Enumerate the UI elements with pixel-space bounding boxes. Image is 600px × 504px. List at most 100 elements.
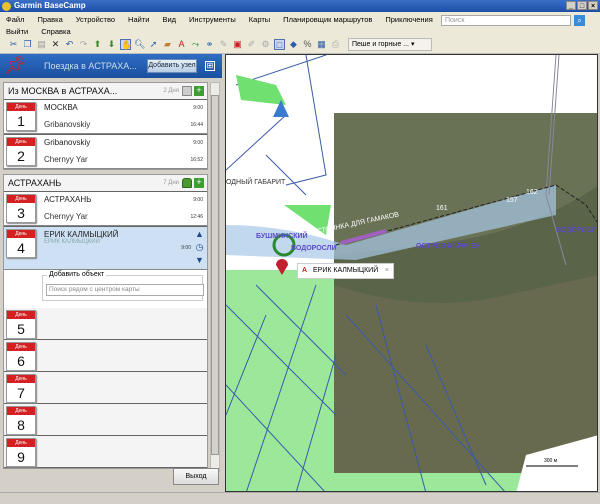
menu-item[interactable]: Выйти	[6, 27, 28, 36]
map-label: БУШМИНСКИЙ	[256, 233, 308, 240]
day-end-time: 16:52	[190, 157, 203, 163]
menu-item[interactable]: Вид	[162, 15, 176, 24]
title-bar: Garmin BaseCamp _ □ ×	[0, 0, 600, 12]
close-callout-icon[interactable]: ×	[385, 264, 389, 278]
day-item[interactable]: День 1 МОСКВА 9:00 Gribanovskiy 16:44	[4, 99, 207, 134]
day-item[interactable]: День 3 АСТРАХАНЬ 9:00 Chernyy Yar 12:46	[4, 191, 207, 226]
zoom-tool-icon[interactable]: 🔍︎	[134, 39, 145, 50]
minimize-button[interactable]: _	[566, 1, 576, 10]
search-input[interactable]: Поиск	[441, 15, 571, 26]
menu-item[interactable]: Файл	[6, 15, 24, 24]
scrollbar[interactable]	[210, 82, 220, 472]
toolbar: ✂ ❐ ▤ ✕ ↶ ↷ ⬆ ⬇ ✋ 🔍︎ ➚ ▰ A ⤳ ⚭ ✎ ▣ ✐ ⚙ □…	[0, 36, 600, 54]
day-label: День	[7, 195, 35, 203]
paste-icon[interactable]: ▤	[36, 39, 47, 50]
activity-profile-value: Пеше и горные ...	[352, 41, 409, 48]
move-down-icon[interactable]: ▼	[193, 254, 206, 267]
day-start-time: 9:00	[193, 140, 203, 146]
lock-icon[interactable]	[182, 178, 192, 188]
lock-icon[interactable]	[182, 86, 192, 96]
trip-group: Из МОСКВА в АСТРАХА... 2 Дня + День 1 МОСКВА 9…	[3, 82, 208, 170]
trip-title[interactable]: Поездка в АСТРАХА...	[44, 61, 137, 71]
map-callout[interactable]: A ЕРИК КАЛМЫЦКИЙ ×	[297, 263, 394, 279]
add-node-button[interactable]: Добавить узел	[147, 59, 197, 73]
day-item[interactable]: День 7	[4, 372, 207, 404]
add-day-icon[interactable]: +	[194, 178, 204, 188]
3d-view-icon[interactable]: ◆	[288, 39, 299, 50]
trip-group: АСТРАХАНЬ 7 Дни + День 3 АСТРАХАНЬ 9:00 Chernyy…	[3, 174, 208, 469]
menu-item[interactable]: Найти	[128, 15, 149, 24]
day-item[interactable]: День 4 ЕРИК КАЛМЫЦКИЙ ЕРИК КАЛМЫЦКИЙ 9:00 ▲ ◷ ▼	[4, 226, 207, 270]
day-calendar-icon: День 5	[6, 310, 36, 339]
delete-icon[interactable]: ✕	[50, 39, 61, 50]
group-title[interactable]: АСТРАХАНЬ	[8, 178, 61, 188]
day-start: Gribanovskiy	[44, 138, 91, 147]
add-day-icon[interactable]: +	[194, 86, 204, 96]
day-item[interactable]: День 6	[4, 340, 207, 372]
day-calendar-icon: День 6	[6, 342, 36, 371]
measure-tool-icon[interactable]: ▰	[162, 39, 173, 50]
day-start-time: 9:00	[193, 105, 203, 111]
clock-icon[interactable]: ◷	[193, 241, 206, 254]
map-view[interactable]: ОДНЫЙ ГАБАРИТ БУШМИНСКИЙ ВОДОРОСЛИ СТОЯН…	[225, 54, 598, 492]
group-title[interactable]: Из МОСКВА в АСТРАХА...	[8, 86, 117, 96]
menu-item[interactable]: Устройство	[76, 15, 115, 24]
waypoint-filter-icon[interactable]: ▣	[232, 39, 243, 50]
day-calendar-icon: День 4	[6, 229, 36, 258]
track-tool-icon[interactable]: ⤳	[190, 39, 201, 50]
select-tool-icon[interactable]: ➚	[148, 39, 159, 50]
redo-icon[interactable]: ↷	[78, 39, 89, 50]
close-button[interactable]: ×	[588, 1, 598, 10]
day-label: День	[7, 375, 35, 383]
edit-tool-icon[interactable]: ✎	[218, 39, 229, 50]
menu-item[interactable]: Инструменты	[189, 15, 236, 24]
day-item[interactable]: День 8	[4, 404, 207, 436]
day-number: 1	[17, 113, 25, 129]
day-item[interactable]: День 2 Gribanovskiy 9:00 Chernyy Yar 16:52	[4, 134, 207, 169]
cut-icon[interactable]: ✂	[8, 39, 19, 50]
day-end: ЕРИК КАЛМЫЦКИЙ	[44, 239, 100, 245]
hand-tool-icon[interactable]: ✋	[120, 39, 132, 50]
copy-icon[interactable]: ❐	[22, 39, 33, 50]
menu-item[interactable]: Карты	[249, 15, 270, 24]
menu-item[interactable]: Справка	[41, 27, 70, 36]
maximize-button[interactable]: □	[577, 1, 587, 10]
insert-icon[interactable]: ⚙	[260, 39, 271, 50]
day-label: День	[7, 407, 35, 415]
day-start: АСТРАХАНЬ	[44, 195, 92, 204]
day-number: 4	[17, 240, 25, 256]
status-bar	[0, 492, 600, 504]
receive-from-device-icon[interactable]: ⬆	[92, 39, 103, 50]
activity-profile-select[interactable]: Пеше и горные ... ▾	[348, 38, 432, 51]
day-calendar-icon: День 7	[6, 374, 36, 403]
print-icon[interactable]: ⎙	[330, 39, 341, 50]
send-to-device-icon[interactable]: ⬇	[106, 39, 117, 50]
menu-item[interactable]: Приключения	[385, 15, 432, 24]
menu-item[interactable]: Правка	[37, 15, 62, 24]
exit-button[interactable]: Выход	[173, 468, 219, 485]
day-item[interactable]: День 9	[4, 436, 207, 468]
day-end: Gribanovskiy	[44, 120, 91, 129]
fit-icon[interactable]: ▦	[316, 39, 327, 50]
route-tool-icon[interactable]: A	[176, 39, 187, 50]
add-object-search-input[interactable]: Поиск рядом с центром карты	[46, 284, 204, 296]
garmin-logo-icon	[2, 2, 11, 11]
day-item[interactable]: День 5	[4, 308, 207, 340]
2d-view-icon[interactable]: □	[274, 39, 285, 50]
day-end: Chernyy Yar	[44, 212, 88, 221]
move-up-icon[interactable]: ▲	[193, 228, 206, 241]
map-layers-icon[interactable]: %	[302, 39, 313, 50]
day-label: День	[7, 138, 35, 146]
map-label: ОДНЫЙ ГАБАРИТ	[226, 179, 286, 186]
search-icon[interactable]: ⌕	[574, 15, 585, 26]
undo-icon[interactable]: ↶	[64, 39, 75, 50]
eraser-icon[interactable]: ✐	[246, 39, 257, 50]
trip-planner-panel: 📌︎ Поездка в АСТРАХА... Добавить узел ⊞ …	[0, 54, 222, 492]
scrollbar-thumb[interactable]	[211, 95, 219, 455]
divide-tool-icon[interactable]: ⚭	[204, 39, 215, 50]
day-end-time: 12:46	[190, 214, 203, 220]
group-days: 2 Дня	[163, 88, 179, 94]
menu-item[interactable]: Планировщик маршрутов	[283, 15, 372, 24]
grid-view-icon[interactable]: ⊞	[205, 61, 215, 71]
day-start-time: 9:00	[193, 197, 203, 203]
